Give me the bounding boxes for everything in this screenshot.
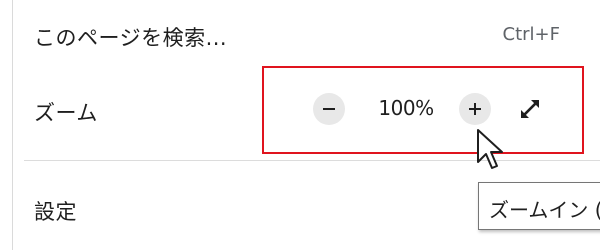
fullscreen-icon <box>521 100 539 118</box>
find-in-page-item[interactable]: このページを検索... Ctrl+F <box>0 10 600 58</box>
zoom-in-button[interactable] <box>459 93 491 125</box>
settings-label: 設定 <box>34 200 77 224</box>
zoom-out-button[interactable] <box>313 93 345 125</box>
zoom-controls: 100% <box>262 66 584 154</box>
find-shortcut: Ctrl+F <box>502 24 560 45</box>
mouse-pointer-icon <box>477 129 503 169</box>
zoom-in-tooltip: ズームイン ( <box>478 182 600 230</box>
minus-icon <box>323 108 335 110</box>
menu-divider <box>24 160 600 161</box>
zoom-level: 100% <box>378 96 434 120</box>
plus-icon <box>469 103 481 115</box>
find-in-page-label: このページを検索... <box>34 26 228 50</box>
fullscreen-button[interactable] <box>514 93 546 125</box>
tooltip-text: ズームイン ( <box>489 198 600 222</box>
zoom-label: ズーム <box>34 101 98 125</box>
